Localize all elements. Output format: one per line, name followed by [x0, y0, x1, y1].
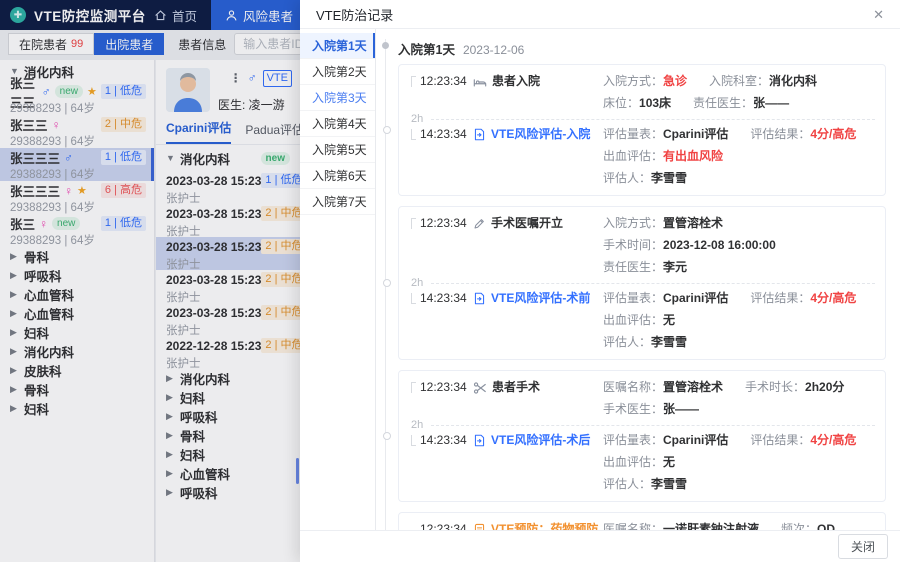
- record-field: 评估人：李雪雪: [603, 170, 687, 187]
- doc-icon: [473, 434, 486, 447]
- drawer-header: VTE防治记录 ✕: [300, 0, 900, 29]
- doc-icon: [473, 128, 486, 141]
- drawer-footer: 关闭: [300, 530, 900, 562]
- med-icon: [473, 523, 486, 530]
- record-row: 12:23:34 患者入院 入院方式：急诊 入院科室：消化内科床位：103床 责任医…: [411, 73, 875, 112]
- record-title: 手术医嘱开立: [491, 215, 563, 232]
- record-timeline: 入院第1天 2023-12-06 12:23:34 患者入院 入院方式：急诊入院…: [376, 29, 900, 530]
- record-field: 责任医生：李元: [603, 259, 687, 276]
- record-field: 责任医生：张——: [693, 95, 789, 112]
- day-tab[interactable]: 入院第5天: [300, 137, 375, 163]
- record-title: 患者入院: [492, 73, 540, 90]
- day-date: 2023-12-06: [463, 43, 524, 57]
- record-field: 评估量表：Cparini评估: [603, 432, 728, 449]
- day-tab-list: 入院第1天入院第2天入院第3天入院第4天入院第5天入院第6天入院第7天: [300, 29, 376, 530]
- close-icon[interactable]: ✕: [873, 8, 884, 21]
- drawer-title: VTE防治记录: [316, 5, 393, 24]
- record-title[interactable]: VTE风险评估-入院: [491, 126, 590, 143]
- record-title: VTE预防：药物预防: [491, 521, 598, 530]
- record-row: 12:23:34 患者手术 医嘱名称：置管溶栓术 手术时长：2h20分手术医生：张…: [411, 379, 875, 418]
- record-title: 患者手术: [492, 379, 540, 396]
- time-gap: 2h: [411, 113, 875, 125]
- day-title: 入院第1天: [398, 39, 455, 58]
- record-row: 14:23:34 VTE风险评估-术前 评估量表：Cparini评估 评估结果：4…: [411, 290, 875, 351]
- record-time: 14:23:34: [411, 432, 473, 449]
- record-field: 手术时间：2023-12-08 16:00:00: [603, 237, 776, 254]
- day-tab[interactable]: 入院第7天: [300, 189, 375, 215]
- vte-record-drawer: VTE防治记录 ✕ 入院第1天入院第2天入院第3天入院第4天入院第5天入院第6天…: [300, 0, 900, 562]
- record-row: 14:23:34 VTE风险评估-术后 评估量表：Cparini评估 评估结果：4…: [411, 432, 875, 493]
- record-card: 12:23:34 患者手术 医嘱名称：置管溶栓术 手术时长：2h20分手术医生：张…: [398, 370, 886, 502]
- record-card: 12:23:34 患者入院 入院方式：急诊 入院科室：消化内科床位：103床 责任医…: [398, 64, 886, 196]
- record-row: 14:23:34 VTE风险评估-入院 评估量表：Cparini评估 评估结果：4…: [411, 126, 875, 187]
- record-field: 评估人：李雪雪: [603, 334, 687, 351]
- record-time: 12:23:34: [411, 215, 473, 232]
- record-field: 出血评估：无: [603, 454, 675, 471]
- record-field: 入院科室：消化内科: [709, 73, 817, 90]
- record-card: 12:23:34 VTE预防：药物预防 医嘱名称：一诺肝素钠注射液频次：QD开单…: [398, 512, 886, 530]
- record-row: 12:23:34 VTE预防：药物预防 医嘱名称：一诺肝素钠注射液频次：QD开单…: [411, 521, 875, 530]
- timeline-dot: [382, 42, 389, 49]
- record-field: 评估结果：4分/高危: [750, 432, 856, 449]
- record-field: 评估人：李雪雪: [603, 476, 687, 493]
- day-tab[interactable]: 入院第1天: [300, 33, 375, 59]
- record-field: 入院方式：急诊: [603, 73, 687, 90]
- record-field: 出血评估：无: [603, 312, 675, 329]
- record-field: 床位：103床: [603, 95, 671, 112]
- scissors-icon: [473, 381, 487, 395]
- pen-icon: [473, 217, 486, 230]
- record-field: 医嘱名称：一诺肝素钠注射液: [603, 521, 759, 530]
- record-title[interactable]: VTE风险评估-术后: [491, 432, 590, 449]
- record-row: 12:23:34 手术医嘱开立 入院方式：置管溶栓术手术时间：2023-12-0…: [411, 215, 875, 276]
- bed-icon: [473, 75, 487, 89]
- record-time: 12:23:34: [411, 379, 473, 396]
- day-header: 入院第1天 2023-12-06: [398, 39, 886, 58]
- drawer-body: 入院第1天入院第2天入院第3天入院第4天入院第5天入院第6天入院第7天 入院第1…: [300, 29, 900, 530]
- record-field: 出血评估：有出血风险: [603, 148, 723, 165]
- time-gap: 2h: [411, 277, 875, 289]
- record-field: 评估结果：4分/高危: [750, 290, 856, 307]
- doc-icon: [473, 292, 486, 305]
- day-tab[interactable]: 入院第3天: [300, 85, 375, 111]
- record-field: 评估量表：Cparini评估: [603, 290, 728, 307]
- record-field: 手术时长：2h20分: [745, 379, 844, 396]
- record-field: 评估结果：4分/高危: [750, 126, 856, 143]
- record-field: 入院方式：置管溶栓术: [603, 215, 723, 232]
- record-time: 14:23:34: [411, 126, 473, 143]
- record-field: 医嘱名称：置管溶栓术: [603, 379, 723, 396]
- day-tab[interactable]: 入院第4天: [300, 111, 375, 137]
- close-button[interactable]: 关闭: [838, 534, 888, 559]
- record-field: 手术医生：张——: [603, 401, 699, 418]
- record-title[interactable]: VTE风险评估-术前: [491, 290, 590, 307]
- record-time: 12:23:34: [411, 73, 473, 90]
- record-card: 12:23:34 手术医嘱开立 入院方式：置管溶栓术手术时间：2023-12-0…: [398, 206, 886, 360]
- record-time: 12:23:34: [411, 521, 473, 530]
- record-time: 14:23:34: [411, 290, 473, 307]
- record-field: 评估量表：Cparini评估: [603, 126, 728, 143]
- day-tab[interactable]: 入院第6天: [300, 163, 375, 189]
- record-field: 频次：QD: [781, 521, 835, 530]
- time-gap: 2h: [411, 419, 875, 431]
- day-tab[interactable]: 入院第2天: [300, 59, 375, 85]
